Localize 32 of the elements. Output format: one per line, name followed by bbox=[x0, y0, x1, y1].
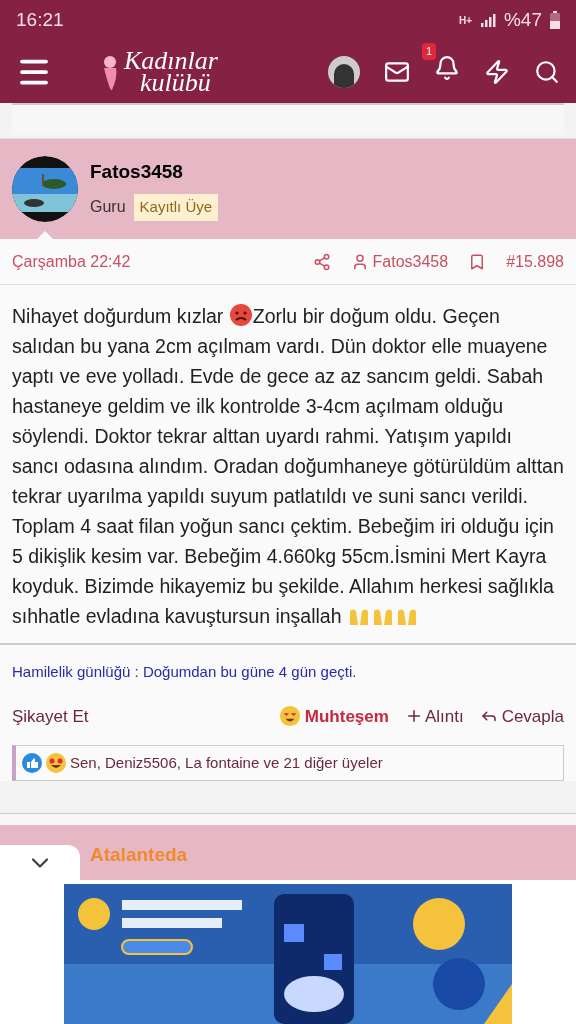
author-name[interactable]: Fatos3458 bbox=[90, 157, 219, 186]
report-button[interactable]: Şikayet Et bbox=[12, 703, 89, 729]
share-icon[interactable] bbox=[312, 252, 331, 271]
logo-text: kulübü bbox=[140, 71, 211, 94]
quote-button[interactable]: Alıntı bbox=[404, 703, 464, 729]
like-icon bbox=[22, 753, 42, 773]
post-number[interactable]: #15.898 bbox=[506, 249, 564, 274]
lightning-button[interactable] bbox=[484, 58, 510, 85]
user-avatar[interactable] bbox=[328, 55, 360, 88]
pointer-arrow bbox=[36, 231, 54, 240]
user-rank: Guru bbox=[90, 197, 126, 218]
logo-text: Kadınlar bbox=[124, 49, 218, 72]
post-body: Nihayet doğurdum kızlar Zorlu bir doğum oldu. Geçen salıdan bu yana 2cm açılmam vardı. Dün doktor elle muayene yaptı ve eve yolladı. Evde de gece az az sancım geldi. Sabah hastaneye geldim ve ilk kontrolde 3-4cm açılmam olduğu söylendi. Doktor tekrar alttan uyardı rahmi. Yatışım yapıldı sancı odasına alındım. Oradan doğumhaneye götürüldüm alttan tekrar uyarılma yapıldı suyum patlatıldı ve suni sancı verildi. Toplam 4 saat filan yoğun sancı çektim. Bebeğim iri olduğu için 5 dikişlik kesim var. Bebeğim 4.660kg 55cm.İsmini Mert Kayra koyduk. Bizimde hikayemiz bu şekilde. Allahım herkesi sağlıkla sıhhatle evladına kavuştursun inşallah bbox=[0, 285, 576, 645]
signature: Hamilelik günlüğü : Doğumdan bu güne 4 gün geçti. bbox=[11, 662, 358, 682]
site-logo[interactable]: Kadınlar kulübü bbox=[100, 49, 218, 94]
post-date[interactable]: Çarşamba 22:42 bbox=[12, 249, 131, 274]
status-time: 16:21 bbox=[16, 7, 64, 32]
notifications-button[interactable] bbox=[434, 55, 460, 81]
network-type: H+ bbox=[458, 13, 472, 28]
battery-level: %47 bbox=[503, 7, 542, 32]
reply-button[interactable]: Cevapla bbox=[479, 703, 564, 729]
search-button[interactable] bbox=[534, 58, 560, 85]
notification-badge: 1 bbox=[422, 43, 437, 60]
reaction-button[interactable]: Muhteşem bbox=[278, 703, 389, 729]
reactions-bar[interactable]: Sen, Deniz5506, La fontaine ve 21 diğer üyeler bbox=[12, 745, 564, 781]
author-link[interactable]: Fatos3458 bbox=[350, 249, 449, 274]
battery-icon bbox=[550, 11, 560, 29]
member-badge: Kayıtlı Üye bbox=[133, 194, 219, 221]
signal-icon bbox=[479, 12, 496, 28]
heart-eyes-icon bbox=[46, 753, 66, 773]
heart-eyes-icon bbox=[278, 705, 301, 728]
reactions-summary: Sen, Deniz5506, La fontaine ve 21 diğer üyeler bbox=[70, 752, 383, 773]
